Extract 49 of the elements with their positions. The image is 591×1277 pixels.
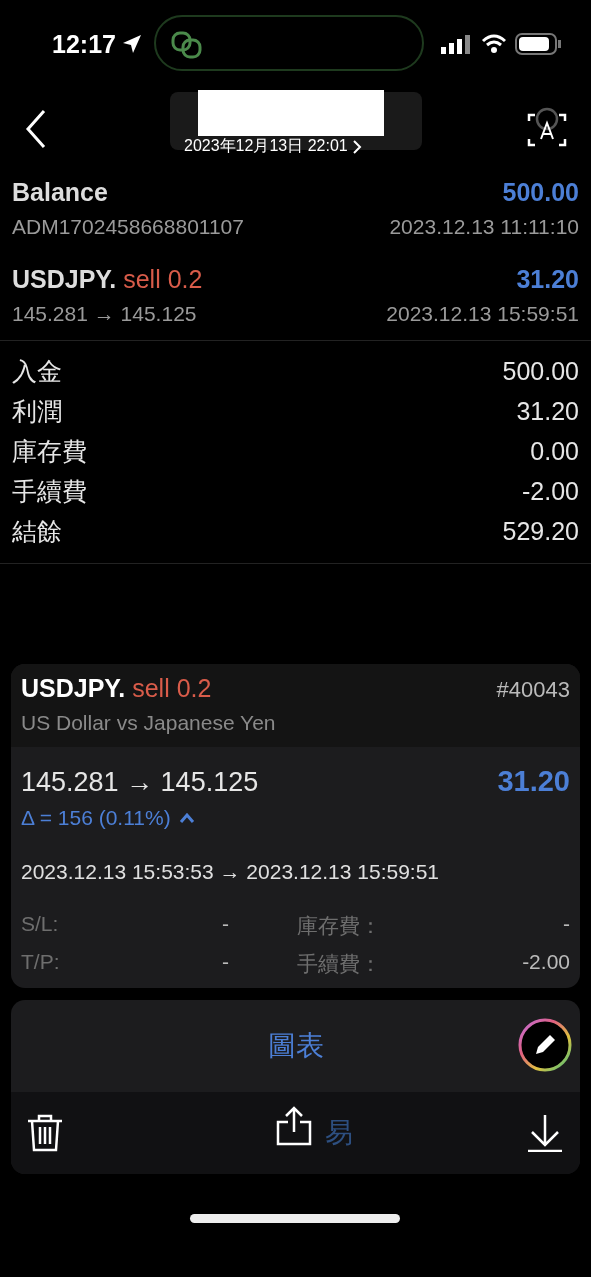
history-detail: 145.281 → 145.125 <box>12 302 197 326</box>
summary-label: 入金 <box>12 355 62 387</box>
wifi-icon <box>481 34 507 54</box>
history-time: 2023.12.13 11:11:10 <box>389 215 579 239</box>
open-close-times: 2023.12.13 15:53:53 → 2023.12.13 15:59:51 <box>21 860 441 884</box>
history-title: Balance <box>12 178 108 207</box>
history-title: USDJPY. sell 0.2 <box>12 265 203 294</box>
symbol-description: US Dollar vs Japanese Yen <box>21 711 277 735</box>
battery-icon <box>515 33 563 55</box>
summary-value: 0.00 <box>530 436 579 466</box>
summary-label: 庫存費 <box>12 435 87 467</box>
trade-button[interactable]: 易 <box>325 1114 353 1152</box>
pencil-icon[interactable] <box>516 1016 574 1074</box>
price-change: 145.281 → 145.125 <box>21 767 259 798</box>
field-label: 手續費： <box>297 951 381 977</box>
delta-text: Δ = 156 (0.11%) <box>21 806 171 830</box>
status-time: 12:17 <box>52 29 142 59</box>
summary-value: 31.20 <box>516 396 579 426</box>
trash-icon[interactable] <box>27 1114 63 1152</box>
summary-label: 利潤 <box>12 395 62 427</box>
summary-label: 結餘 <box>12 515 62 547</box>
trade-symbol: USDJPY. sell 0.2 <box>21 674 212 703</box>
history-detail: ADM1702458668801107 <box>12 215 244 239</box>
history-amount: 500.00 <box>502 178 579 207</box>
field-value: -2.00 <box>522 950 570 975</box>
ticket-number: #40043 <box>496 677 570 703</box>
date-title[interactable]: 2023年12月13日 22:01 <box>184 136 348 157</box>
chart-button[interactable]: 圖表 <box>259 1023 332 1069</box>
location-arrow-icon <box>121 34 142 54</box>
field-value: - <box>222 912 229 937</box>
field-label: 庫存費： <box>297 913 381 939</box>
field-label: S/L: <box>21 912 59 937</box>
signal-icon <box>441 34 473 54</box>
history-amount: 31.20 <box>516 265 579 294</box>
summary-value: -2.00 <box>522 476 579 506</box>
field-label: T/P: <box>21 950 60 975</box>
chevron-icon[interactable] <box>351 138 362 155</box>
profit-value: 31.20 <box>497 765 570 798</box>
back-icon[interactable] <box>24 109 48 149</box>
download-icon[interactable] <box>526 1114 564 1152</box>
field-value: - <box>222 950 229 975</box>
share-icon[interactable] <box>276 1106 312 1146</box>
summary-label: 手續費 <box>12 475 87 507</box>
link-icon <box>170 30 204 60</box>
summary-value: 500.00 <box>502 356 579 386</box>
history-time: 2023.12.13 15:59:51 <box>386 302 579 326</box>
field-value: - <box>563 912 570 937</box>
chevron-up-icon[interactable] <box>178 812 195 824</box>
summary-value: 529.20 <box>502 516 579 546</box>
